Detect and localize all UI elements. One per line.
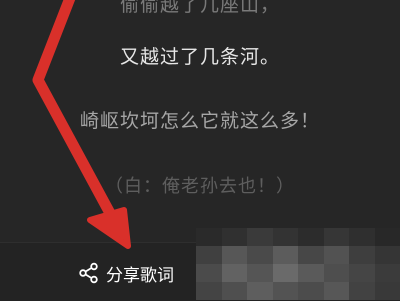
lyric-line: 偷偷越了几座山，: [119, 0, 280, 16]
pixelated-region: [196, 228, 400, 300]
share-lyrics-label: 分享歌词: [106, 265, 174, 286]
lyrics-panel: 偷偷越了几座山， 又越过了几条河。 崎岖坎坷怎么它就这么多！ （白：俺老孙去也！…: [0, 0, 400, 242]
lyric-line: （白：俺老孙去也！）: [105, 176, 295, 197]
share-icon: [78, 262, 100, 284]
lyric-line-current: 又越过了几条河。: [119, 46, 280, 68]
lyric-line: 崎岖坎坷怎么它就这么多！: [79, 110, 320, 132]
share-lyrics-button[interactable]: 分享歌词: [78, 261, 174, 286]
